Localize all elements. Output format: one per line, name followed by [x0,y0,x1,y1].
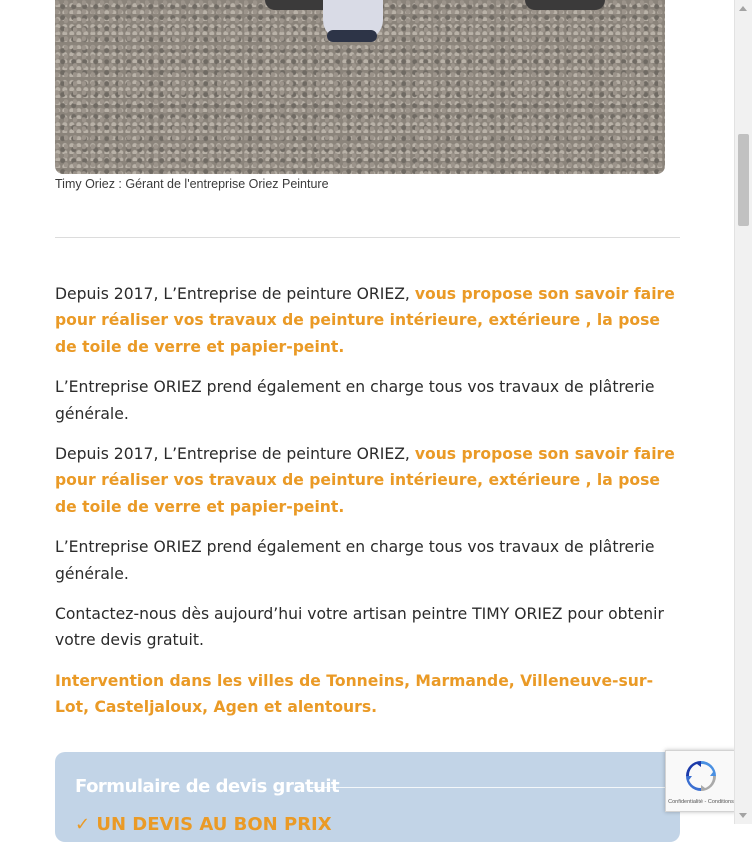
car-tire-shadow [525,0,605,10]
owner-photo [55,0,665,174]
paragraph-text: Depuis 2017, L’Entreprise de peinture OR… [55,285,415,303]
divider [55,237,680,238]
paragraph: L’Entreprise ORIEZ prend également en ch… [55,538,655,583]
form-subtitle: ✓ UN DEVIS AU BON PRIX [75,814,332,835]
form-title: Formulaire de devis gratuit [75,776,340,797]
quote-form: Formulaire de devis gratuit ✓ UN DEVIS A… [55,752,680,842]
paragraph: Depuis 2017, L’Entreprise de peinture OR… [55,441,685,520]
form-title-line [307,787,667,788]
paragraph: Depuis 2017, L’Entreprise de peinture OR… [55,281,685,360]
recaptcha-terms[interactable]: Confidentialité - Conditions [666,799,736,805]
scrollbar[interactable] [734,0,752,824]
scroll-down-icon[interactable] [739,813,747,818]
paragraph: Contactez-nous dès aujourd’hui votre art… [55,605,664,650]
scroll-up-icon[interactable] [739,6,747,11]
article-content: Depuis 2017, L’Entreprise de peinture OR… [55,281,685,735]
recaptcha-icon [686,761,716,791]
shoes [327,30,377,42]
service-area-text: Intervention dans les villes de Tonneins… [55,671,654,717]
scrollbar-thumb[interactable] [738,134,749,226]
paragraph: L’Entreprise ORIEZ prend également en ch… [55,378,655,423]
photo-caption: Timy Oriez : Gérant de l'entreprise Orie… [55,177,329,191]
paragraph-text: Depuis 2017, L’Entreprise de peinture OR… [55,445,415,464]
recaptcha-badge[interactable]: Confidentialité - Conditions [665,750,736,812]
